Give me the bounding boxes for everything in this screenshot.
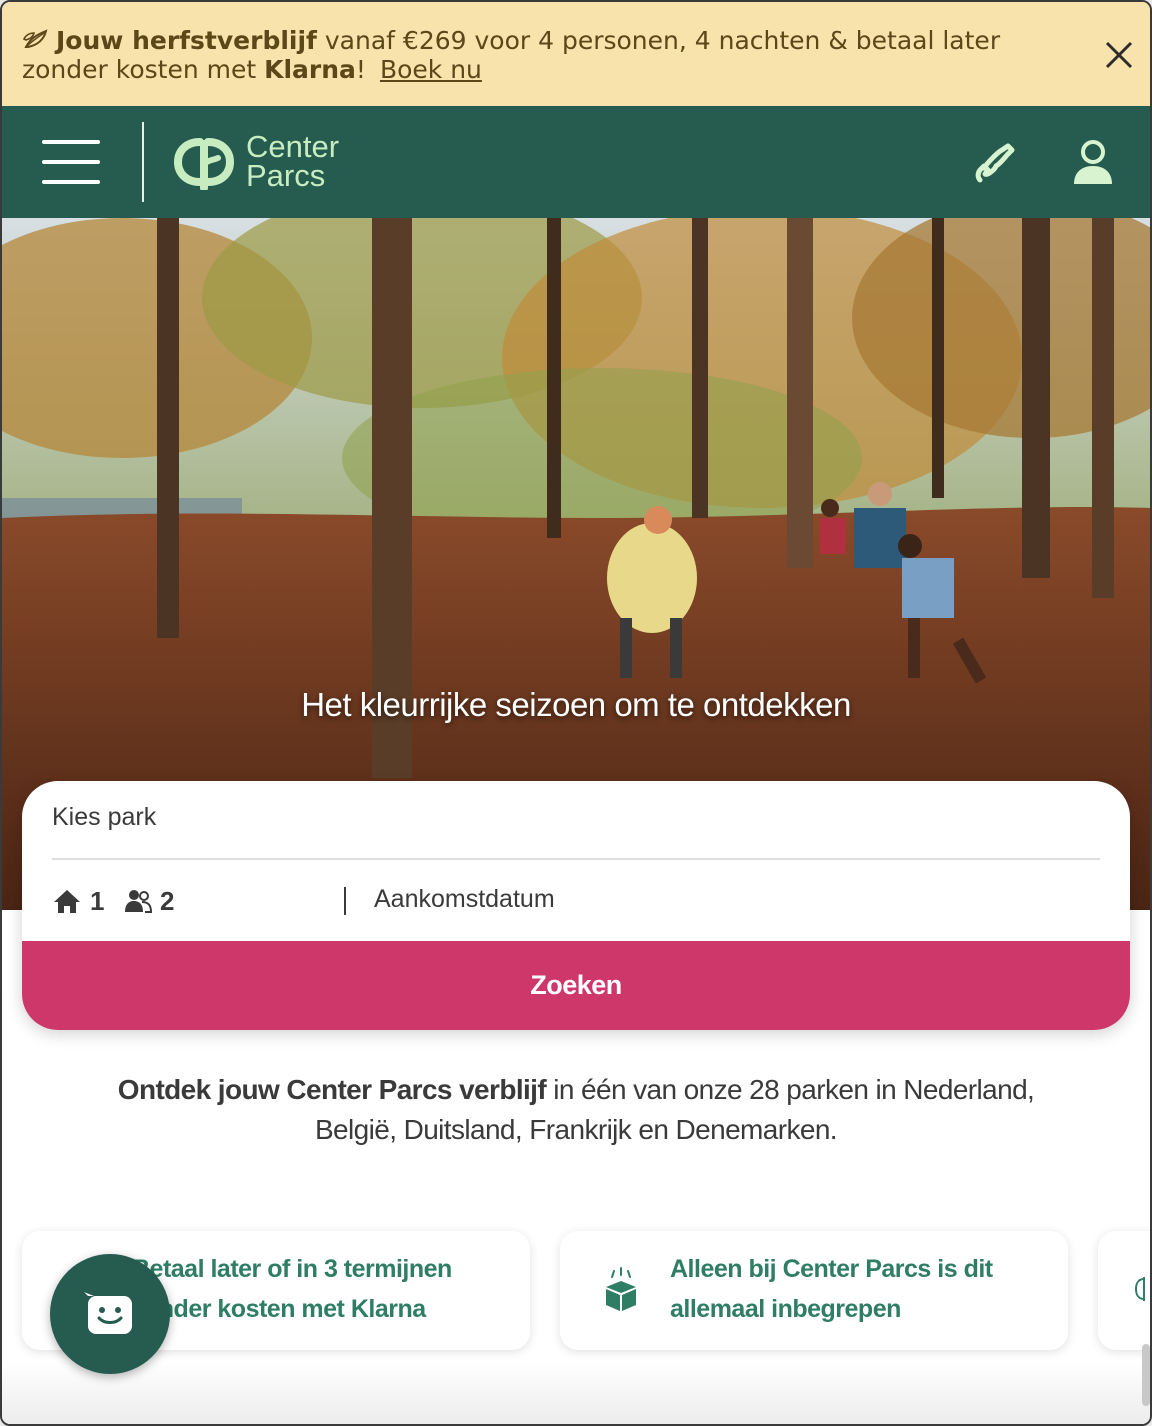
logo-wordmark: Center Parcs: [246, 129, 340, 193]
search-widget: Kies park 1 2 Aankomstdatum Zoeken: [22, 781, 1130, 1030]
search-button[interactable]: Zoeken: [22, 941, 1130, 1030]
promo-text: Jouw herfstverblijf vanaf €269 voor 4 pe…: [22, 26, 1042, 84]
promo-end: !: [355, 55, 366, 84]
user-icon[interactable]: [1070, 138, 1116, 186]
usp-text-included: Alleen bij Center Parcs is dit allemaal …: [670, 1255, 993, 1323]
site-header: Center Parcs: [2, 106, 1150, 218]
intro-bold: Ontdek jouw Center Parcs verblijf: [117, 1074, 547, 1105]
header-divider: [142, 122, 144, 202]
usp-text-klarna: Betaal later of in 3 termijnen zonder ko…: [132, 1255, 452, 1323]
partial-icon: [1134, 1277, 1145, 1301]
bottom-fade: [2, 1362, 1150, 1424]
people-icon: [125, 890, 152, 913]
gift-box-icon: [606, 1267, 636, 1311]
accommodation-count-value: 1: [90, 885, 105, 916]
park-select[interactable]: Kies park: [52, 803, 156, 832]
usp-card-included[interactable]: Alleen bij Center Parcs is dit allemaal …: [560, 1231, 1068, 1350]
browser-frame: Jouw herfstverblijf vanaf €269 voor 4 pe…: [0, 0, 1152, 1426]
field-separator: [344, 887, 346, 915]
accommodation-count: 1: [52, 883, 104, 919]
arrival-date-field[interactable]: Aankomstdatum: [374, 885, 555, 914]
leaf-icon: [22, 29, 48, 48]
search-divider: [52, 858, 1100, 860]
intro-text: Ontdek jouw Center Parcs verblijf in één…: [112, 1070, 1040, 1150]
close-icon[interactable]: [1100, 36, 1138, 74]
promo-banner: Jouw herfstverblijf vanaf €269 voor 4 pe…: [2, 2, 1150, 106]
scrollbar-thumb[interactable]: [1142, 1344, 1150, 1406]
person-count-value: 2: [160, 885, 175, 916]
center-parcs-logo[interactable]: Center Parcs: [172, 129, 372, 194]
hamburger-icon[interactable]: [40, 136, 104, 190]
logo-line-2: Parcs: [246, 158, 326, 193]
house-icon: [54, 890, 80, 913]
promo-title: Jouw herfstverblijf: [56, 26, 317, 55]
promo-klarna: Klarna: [264, 55, 356, 84]
chat-icon: [84, 1292, 132, 1334]
chat-button[interactable]: [50, 1254, 170, 1374]
logo-mark-icon: [173, 138, 235, 190]
hero-caption: Het kleurrijke seizoen om te ontdekken: [301, 686, 851, 723]
logo-line-1: Center: [246, 129, 340, 164]
usp-card-next[interactable]: [1098, 1231, 1150, 1350]
phone-icon[interactable]: [972, 140, 1018, 186]
promo-book-link[interactable]: Boek nu: [380, 55, 482, 84]
person-count: 2: [124, 883, 174, 919]
